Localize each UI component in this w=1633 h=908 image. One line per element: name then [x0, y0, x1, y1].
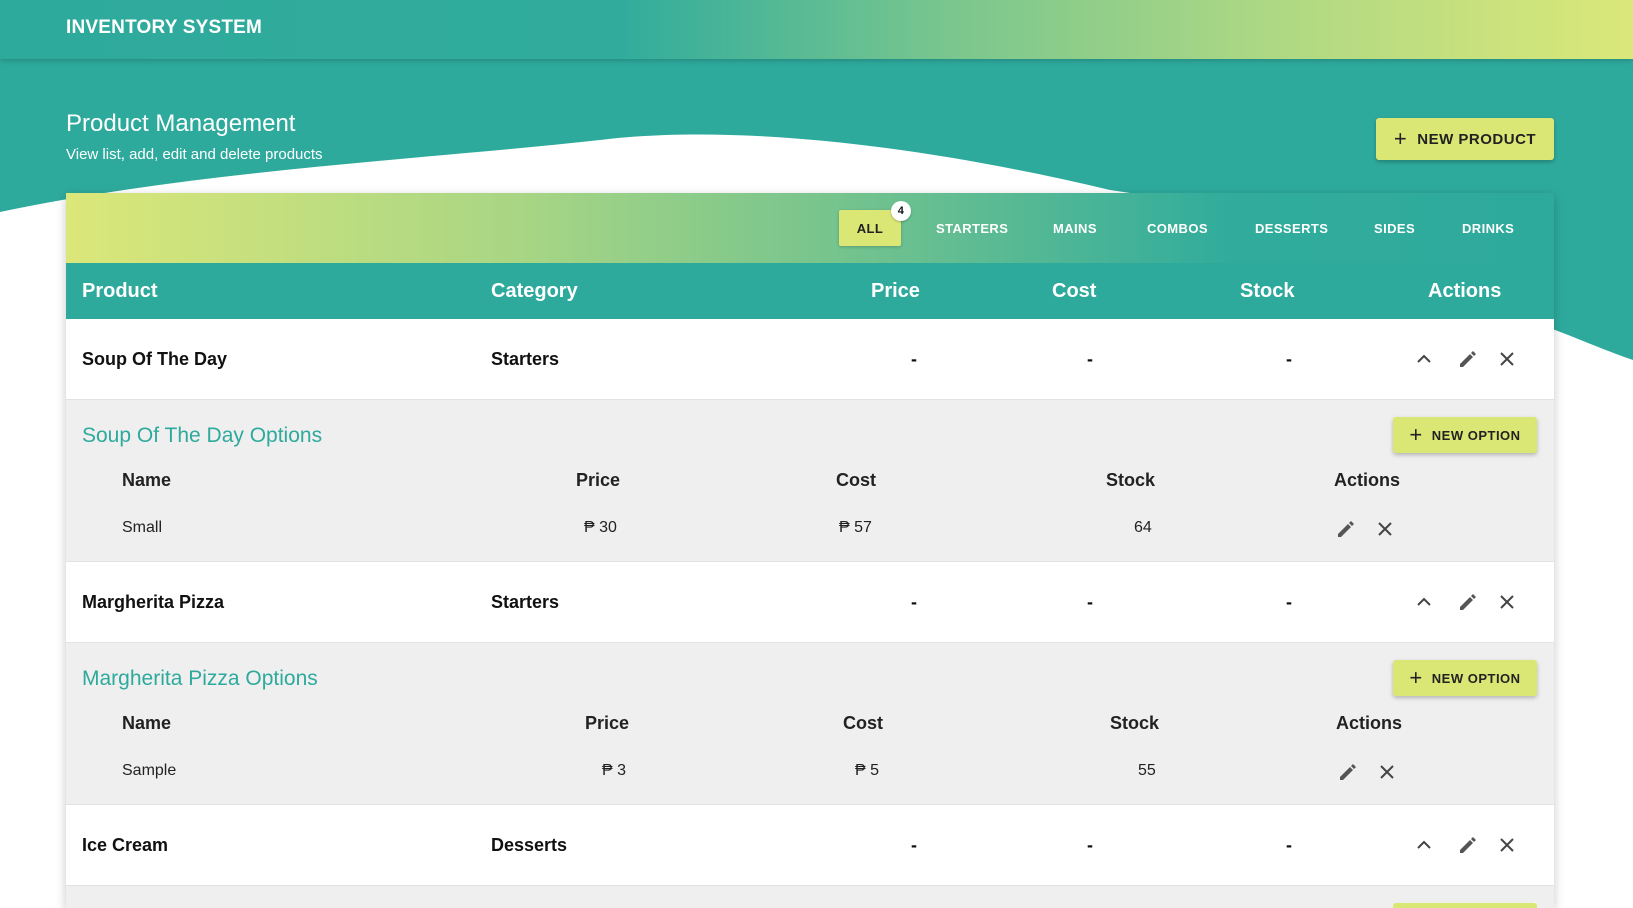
chevron-up-icon[interactable] — [1411, 346, 1437, 372]
option-stock: 55 — [1138, 762, 1156, 779]
plus-icon: + — [1409, 665, 1423, 690]
option-price: ₱ 3 — [602, 762, 627, 779]
header-product: Product — [82, 280, 158, 302]
options-header-cost: Cost — [836, 470, 876, 490]
pencil-icon[interactable] — [1455, 346, 1481, 372]
new-product-label: NEW PRODUCT — [1417, 130, 1537, 148]
product-stock: - — [1286, 349, 1292, 369]
table-header: Product Category Price Cost Stock Action… — [66, 263, 1554, 319]
table-row: Ice Cream Desserts - - - — [66, 805, 1554, 886]
options-header-stock: Stock — [1106, 470, 1156, 490]
pencil-icon[interactable] — [1336, 760, 1360, 784]
close-icon[interactable] — [1494, 832, 1520, 858]
option-name: Sample — [122, 762, 177, 779]
tab-label: DRINKS — [1462, 220, 1515, 236]
page-subtitle: View list, add, edit and delete products — [66, 146, 323, 163]
options-panel: Margherita Pizza Options + NEW OPTION Na… — [66, 643, 1554, 805]
options-header-name: Name — [122, 713, 172, 733]
new-option-label: NEW OPTION — [1431, 427, 1521, 443]
new-option-button[interactable]: + NEW OPTION — [1393, 660, 1537, 696]
tab-combos[interactable]: COMBOS — [1133, 210, 1222, 246]
option-cost: ₱ 5 — [855, 762, 880, 779]
header-price: Price — [871, 280, 920, 302]
tab-desserts[interactable]: DESSERTS — [1241, 210, 1342, 246]
product-cost: - — [1087, 349, 1093, 369]
tab-sides[interactable]: SIDES — [1360, 210, 1429, 246]
product-name: Margherita Pizza — [82, 592, 225, 612]
product-price: - — [911, 592, 917, 612]
header-stock: Stock — [1240, 280, 1295, 302]
options-header-actions: Actions — [1336, 713, 1403, 733]
options-header-stock: Stock — [1110, 713, 1160, 733]
product-cost: - — [1087, 592, 1093, 612]
options-header-actions: Actions — [1334, 470, 1401, 490]
close-icon[interactable] — [1375, 760, 1399, 784]
options-header-price: Price — [585, 713, 630, 733]
tab-starters[interactable]: STARTERS — [922, 210, 1022, 246]
app-title: INVENTORY SYSTEM — [66, 17, 263, 38]
product-category: Desserts — [491, 835, 568, 855]
plus-icon: + — [1409, 422, 1423, 447]
product-price: - — [911, 349, 917, 369]
header-category: Category — [491, 280, 578, 302]
tab-mains[interactable]: MAINS — [1039, 210, 1111, 246]
options-panel — [66, 886, 1554, 908]
tab-label: COMBOS — [1147, 220, 1208, 236]
page-title: Product Management — [66, 110, 296, 137]
options-header-cost: Cost — [843, 713, 883, 733]
header-actions: Actions — [1428, 280, 1502, 302]
tab-all[interactable]: ALL 4 — [839, 201, 911, 246]
option-name: Small — [122, 519, 163, 536]
options-header-name: Name — [122, 470, 172, 490]
app-bar: INVENTORY SYSTEM — [0, 0, 1633, 59]
product-price: - — [911, 835, 917, 855]
tab-drinks[interactable]: DRINKS — [1448, 210, 1528, 246]
close-icon[interactable] — [1494, 589, 1520, 615]
product-category: Starters — [491, 592, 560, 612]
options-title: Soup Of The Day Options — [82, 424, 323, 447]
product-cost: - — [1087, 835, 1093, 855]
pencil-icon[interactable] — [1334, 517, 1358, 541]
product-stock: - — [1286, 592, 1292, 612]
close-icon[interactable] — [1373, 517, 1397, 541]
product-stock: - — [1286, 835, 1292, 855]
new-option-button[interactable]: + NEW OPTION — [1393, 417, 1537, 453]
tab-label: SIDES — [1374, 220, 1416, 236]
option-stock: 64 — [1134, 519, 1152, 536]
option-price: ₱ 30 — [584, 519, 617, 536]
product-name: Ice Cream — [82, 835, 169, 855]
table-row: Margherita Pizza Starters - - - — [66, 562, 1554, 643]
product-category: Starters — [491, 349, 560, 369]
new-product-button[interactable]: + NEW PRODUCT — [1376, 118, 1554, 160]
chevron-up-icon[interactable] — [1411, 589, 1437, 615]
options-title: Margherita Pizza Options — [82, 667, 318, 690]
table-row: Soup Of The Day Starters - - - — [66, 319, 1554, 400]
count-badge: 4 — [891, 201, 911, 221]
tab-label: ALL — [856, 220, 884, 236]
new-option-label: NEW OPTION — [1431, 670, 1521, 686]
category-tabs: ALL 4 STARTERS MAINS COMBOS DESSERTS SID… — [66, 193, 1554, 263]
product-name: Soup Of The Day — [82, 349, 228, 369]
pencil-icon[interactable] — [1455, 589, 1481, 615]
tab-label: DESSERTS — [1255, 220, 1329, 236]
tab-label: MAINS — [1053, 220, 1097, 236]
options-panel: Soup Of The Day Options + NEW OPTION Nam… — [66, 400, 1554, 562]
chevron-up-icon[interactable] — [1411, 832, 1437, 858]
header-cost: Cost — [1052, 280, 1097, 302]
tab-label: STARTERS — [936, 220, 1009, 236]
plus-icon: + — [1393, 126, 1408, 151]
options-header-price: Price — [576, 470, 621, 490]
pencil-icon[interactable] — [1455, 832, 1481, 858]
close-icon[interactable] — [1494, 346, 1520, 372]
product-table-card: ALL 4 STARTERS MAINS COMBOS DESSERTS SID… — [66, 193, 1554, 908]
option-cost: ₱ 57 — [839, 519, 872, 536]
new-option-button[interactable] — [1393, 903, 1537, 908]
